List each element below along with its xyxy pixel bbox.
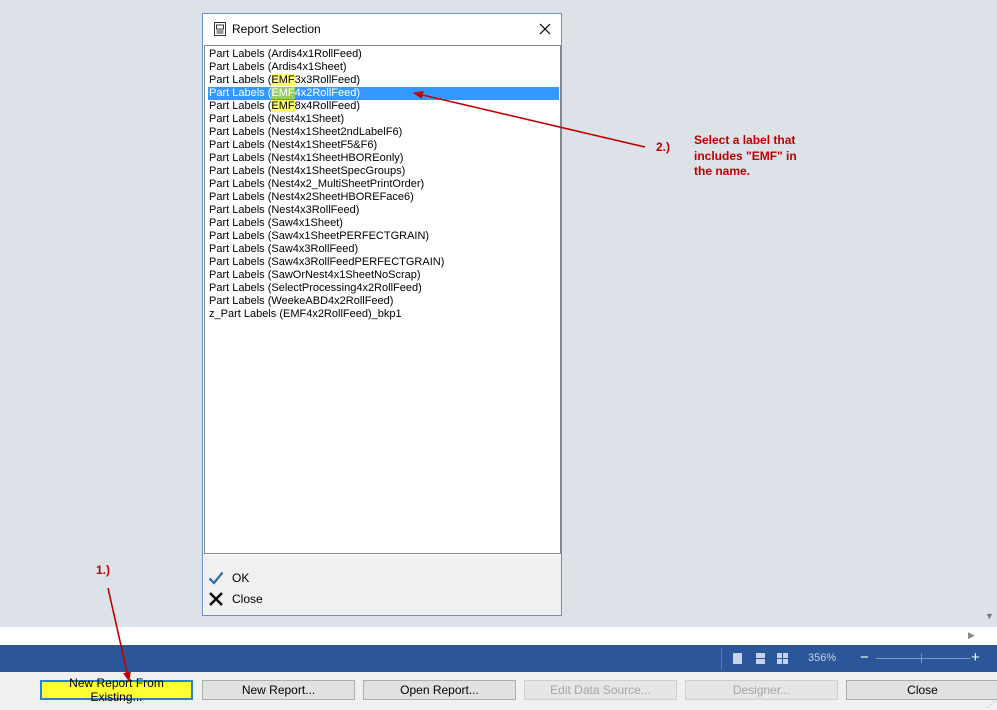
list-item[interactable]: Part Labels (Saw4x3RollFeed) <box>208 243 559 256</box>
list-item[interactable]: Part Labels (Nest4x1SheetF5&F6) <box>208 139 559 152</box>
ok-button[interactable]: OK <box>208 569 249 587</box>
ok-label: OK <box>232 571 250 585</box>
resize-grip-icon[interactable]: ⋰ <box>987 700 995 709</box>
x-icon <box>209 592 223 606</box>
instruction-line-2: includes "EMF" in <box>694 148 797 163</box>
instruction-line-1: Select a label that <box>694 133 796 147</box>
zoom-level: 356% <box>808 652 837 664</box>
close-icon[interactable] <box>533 18 557 40</box>
emf-highlight: EMF <box>271 87 295 99</box>
report-list[interactable]: Part Labels (Ardis4x1RollFeed) Part Label… <box>204 45 561 554</box>
button-bar: New Report From Existing... New Report..… <box>0 672 997 710</box>
list-item[interactable]: z_Part Labels (EMF4x2RollFeed)_bkp1 <box>208 308 559 321</box>
report-selection-dialog: Report Selection Part Labels (Ardis4x1Ro… <box>202 13 562 616</box>
close-button[interactable]: Close <box>846 680 997 700</box>
list-item[interactable]: Part Labels (Nest4x2SheetHBOREFace6) <box>208 191 559 204</box>
open-report-button[interactable]: Open Report... <box>363 680 516 700</box>
scroll-down-arrow-icon[interactable]: ▼ <box>985 612 994 621</box>
list-item[interactable]: Part Labels (EMF4x2RollFeed) <box>208 87 559 100</box>
list-item[interactable]: Part Labels (Saw4x1SheetPERFECTGRAIN) <box>208 230 559 243</box>
list-item[interactable]: Part Labels (EMF3x3RollFeed) <box>208 74 559 87</box>
list-item-text: 4x2RollFeed) <box>294 87 361 99</box>
zoom-slider-thumb[interactable] <box>921 654 922 663</box>
list-item[interactable]: Part Labels (EMF8x4RollFeed) <box>208 100 559 113</box>
list-item[interactable]: Part Labels (Nest4x1Sheet) <box>208 113 559 126</box>
list-item[interactable]: Part Labels (Saw4x3RollFeedPERFECTGRAIN) <box>208 256 559 269</box>
list-item[interactable]: Part Labels (Nest4x1SheetHBOREonly) <box>208 152 559 165</box>
checkmark-icon <box>208 571 224 585</box>
list-item[interactable]: Part Labels (SelectProcessing4x2RollFeed… <box>208 282 559 295</box>
horizontal-scrollbar[interactable]: ▶ <box>0 627 997 645</box>
list-item-text: 8x4RollFeed) <box>294 100 361 112</box>
designer-button[interactable]: Designer... <box>685 680 838 700</box>
new-report-button[interactable]: New Report... <box>202 680 355 700</box>
list-item[interactable]: Part Labels (Nest4x1SheetSpecGroups) <box>208 165 559 178</box>
continuous-page-icon[interactable] <box>755 653 766 664</box>
edit-data-source-button[interactable]: Edit Data Source... <box>524 680 677 700</box>
step1-annotation: 1.) <box>96 563 111 577</box>
list-item[interactable]: Part Labels (Ardis4x1RollFeed) <box>208 48 559 61</box>
zoom-slider[interactable] <box>876 658 970 659</box>
instruction-line-3: the name. <box>694 164 751 178</box>
new-report-from-existing-button[interactable]: New Report From Existing... <box>40 676 193 704</box>
instruction-note: Select a label that includes "EMF" in th… <box>694 133 797 180</box>
scroll-right-arrow-icon[interactable]: ▶ <box>968 630 975 641</box>
dialog-footer: OK Close <box>204 555 561 615</box>
status-separator <box>721 648 722 669</box>
list-item[interactable]: Part Labels (Nest4x1Sheet2ndLabelF6) <box>208 126 559 139</box>
report-icon <box>214 22 226 36</box>
dialog-close-label: Close <box>232 592 263 606</box>
vertical-scrollbar[interactable]: ▼ <box>983 0 997 627</box>
list-item-text: Part Labels ( <box>209 100 272 112</box>
dialog-title: Report Selection <box>232 22 321 36</box>
list-item[interactable]: Part Labels (Saw4x1Sheet) <box>208 217 559 230</box>
list-item-text: Part Labels ( <box>209 74 272 86</box>
list-item[interactable]: Part Labels (Ardis4x1Sheet) <box>208 61 559 74</box>
plus-icon[interactable]: + <box>971 649 980 666</box>
list-item[interactable]: Part Labels (Nest4x3RollFeed) <box>208 204 559 217</box>
list-item[interactable]: Part Labels (WeekeABD4x2RollFeed) <box>208 295 559 308</box>
list-item-text: 3x3RollFeed) <box>294 74 361 86</box>
emf-highlight: EMF <box>271 74 295 86</box>
status-bar: 356% − + <box>0 645 997 672</box>
single-page-icon[interactable] <box>732 653 743 664</box>
emf-highlight: EMF <box>271 100 295 112</box>
minus-icon[interactable]: − <box>860 649 869 666</box>
list-item[interactable]: Part Labels (Nest4x2_MultiSheetPrintOrde… <box>208 178 559 191</box>
list-item[interactable]: Part Labels (SawOrNest4x1SheetNoScrap) <box>208 269 559 282</box>
step2-annotation: 2.) <box>656 140 671 154</box>
dialog-titlebar[interactable]: Report Selection <box>203 14 561 44</box>
list-item-text: Part Labels ( <box>209 87 272 99</box>
multi-page-icon[interactable] <box>777 653 788 664</box>
dialog-close-button[interactable]: Close <box>208 590 263 608</box>
